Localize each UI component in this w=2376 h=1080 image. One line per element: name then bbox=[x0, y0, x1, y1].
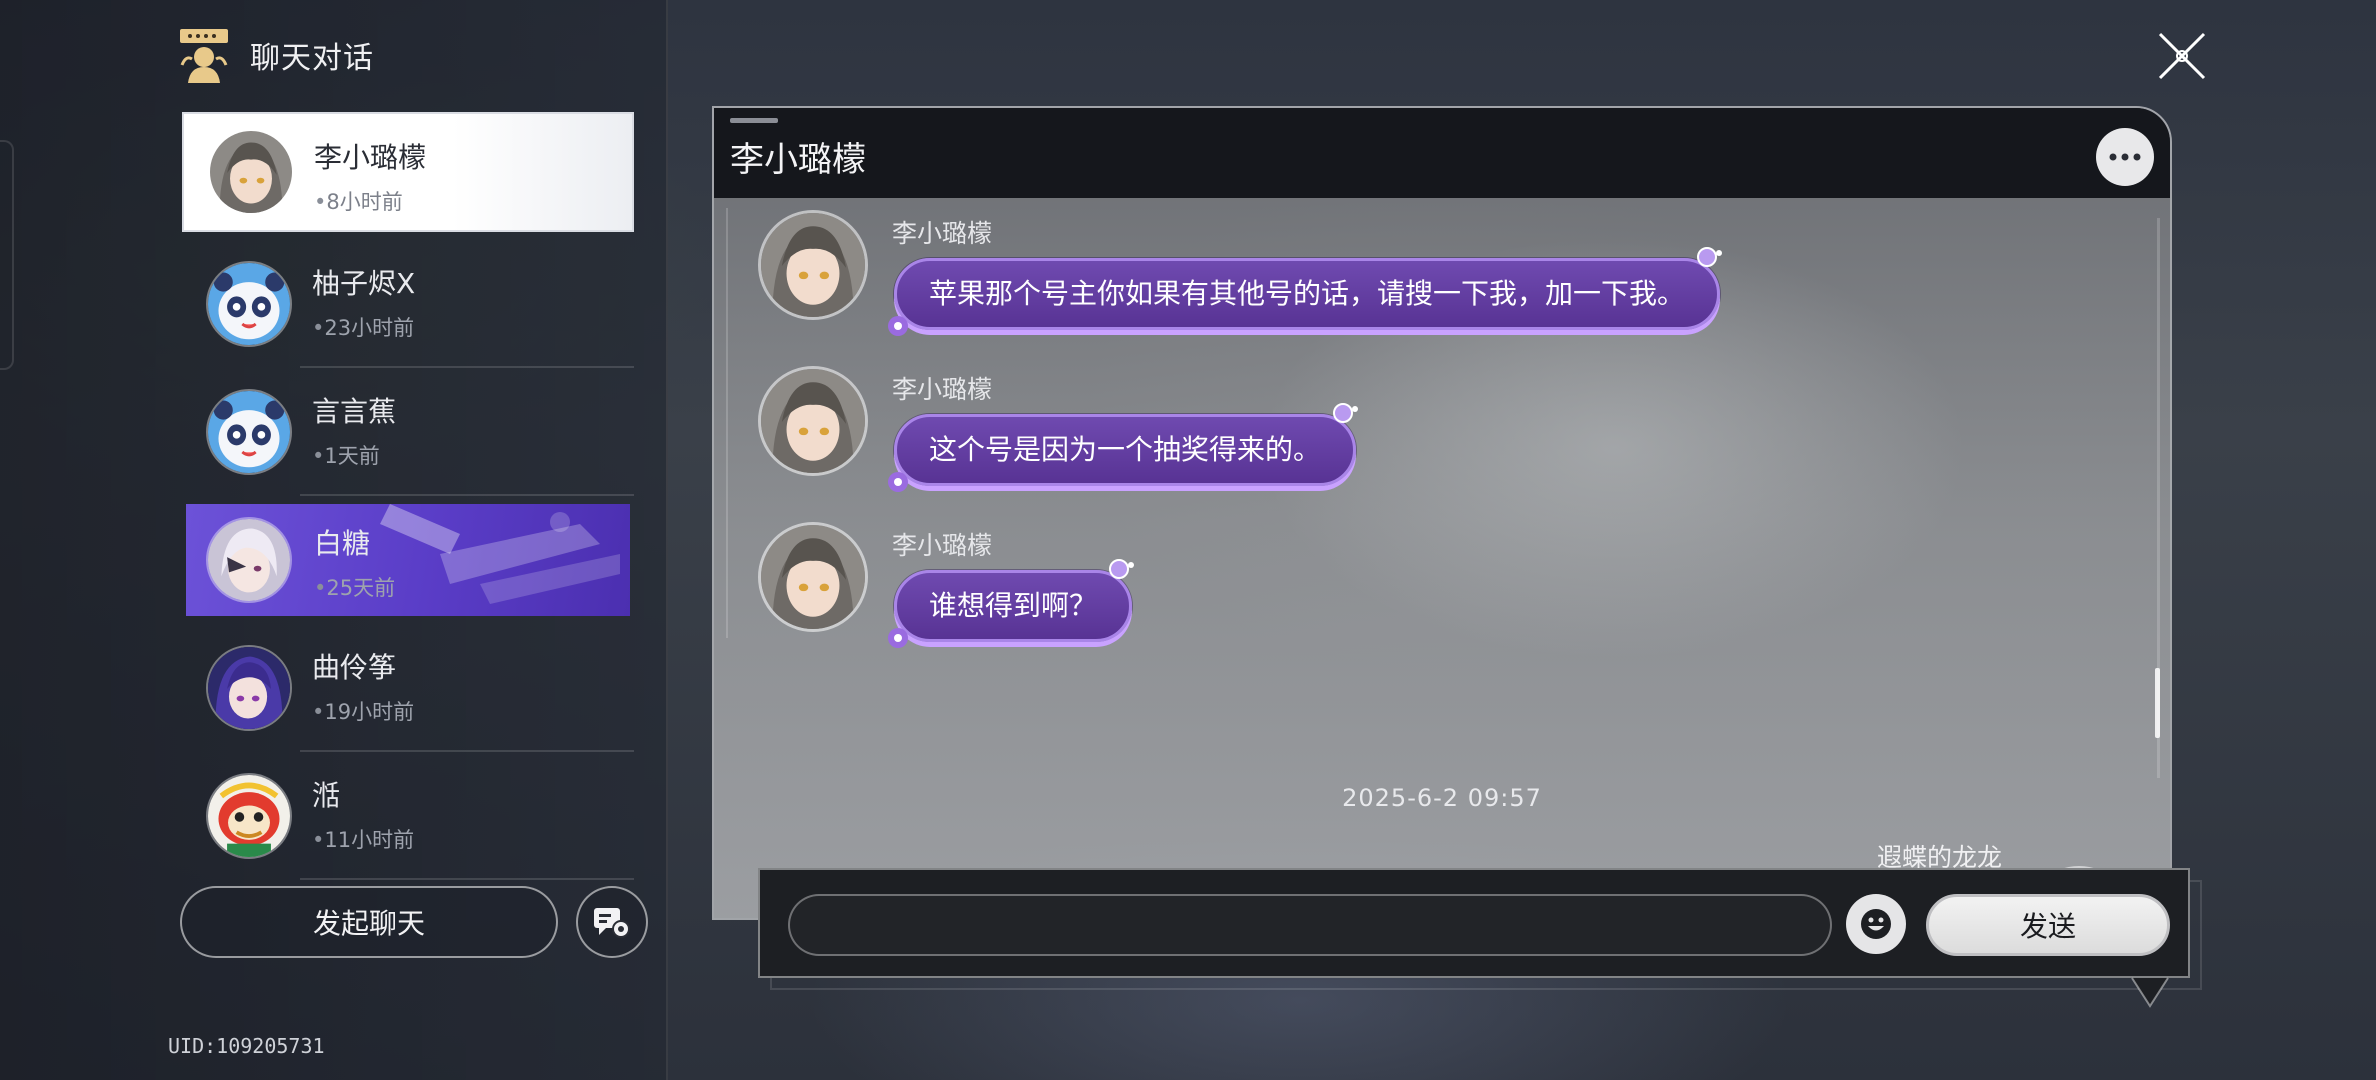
message-timestamp: 2025-6-2 09:57 bbox=[1342, 784, 1542, 812]
message-input[interactable] bbox=[788, 894, 1832, 956]
chat-title: 李小璐檬 bbox=[730, 140, 866, 180]
contact-time: 11小时前 bbox=[312, 824, 414, 854]
close-button[interactable] bbox=[2156, 30, 2208, 82]
send-button[interactable]: 发送 bbox=[1926, 894, 2170, 956]
contact-name: 湉 bbox=[312, 779, 341, 812]
avatar bbox=[206, 645, 292, 731]
contact-item-5[interactable]: 湉 11小时前 bbox=[182, 752, 634, 880]
close-icon bbox=[2158, 32, 2206, 80]
contact-time: 23小时前 bbox=[312, 312, 415, 342]
bubble-flower-icon bbox=[888, 316, 908, 336]
contact-time: 8小时前 bbox=[314, 186, 426, 216]
contact-name: 李小璐檬 bbox=[314, 141, 427, 174]
avatar bbox=[206, 773, 292, 859]
contact-time: 1天前 bbox=[312, 440, 396, 470]
message-bubble[interactable]: 这个号是因为一个抽奖得来的。 bbox=[888, 403, 1359, 492]
contact-item-4[interactable]: 曲伶筝 19小时前 bbox=[182, 624, 634, 752]
message-text: 谁想得到啊？ bbox=[929, 589, 1098, 622]
bubble-star-icon bbox=[1697, 247, 1723, 267]
sender-avatar[interactable] bbox=[758, 366, 868, 476]
more-options-button[interactable] bbox=[2096, 128, 2154, 186]
sender-avatar[interactable] bbox=[758, 522, 868, 632]
start-chat-button[interactable]: 发起聊天 bbox=[180, 886, 558, 958]
input-bar-tail bbox=[2131, 977, 2169, 1008]
contact-item-3[interactable]: 白糖 25天前 bbox=[186, 504, 630, 616]
sender-avatar[interactable] bbox=[758, 210, 868, 320]
chat-settings-button[interactable] bbox=[576, 886, 648, 958]
contact-item-0[interactable]: 李小璐檬 8小时前 bbox=[182, 112, 634, 232]
input-bar: 发送 bbox=[758, 868, 2190, 978]
sender-name: 李小璐檬 bbox=[892, 375, 993, 404]
message-bubble[interactable]: 谁想得到啊？ bbox=[888, 559, 1135, 648]
contact-name: 白糖 bbox=[314, 527, 371, 560]
bubble-flower-icon bbox=[888, 472, 908, 492]
message-bubble[interactable]: 苹果那个号主你如果有其他号的话，请搜一下我，加一下我。 bbox=[888, 247, 1723, 336]
header-tab-marker bbox=[730, 118, 778, 123]
avatar bbox=[206, 517, 292, 603]
scrollbar-thumb[interactable] bbox=[2155, 668, 2160, 738]
emoji-button[interactable] bbox=[1846, 894, 1906, 954]
message-text: 苹果那个号主你如果有其他号的话，请搜一下我，加一下我。 bbox=[929, 277, 1686, 310]
chat-window: 李小璐檬 李小璐檬 苹果那个号主你如果有其他号的话，请搜一下我，加一下我。 李小… bbox=[712, 106, 2172, 920]
contact-time: 19小时前 bbox=[312, 696, 414, 726]
avatar bbox=[206, 261, 292, 347]
chat-header: 李小璐檬 bbox=[714, 108, 2170, 198]
contact-name: 言言蕉 bbox=[312, 395, 397, 428]
emoji-icon bbox=[1861, 909, 1891, 939]
chat-character-icon bbox=[180, 29, 228, 83]
message-text: 这个号是因为一个抽奖得来的。 bbox=[929, 433, 1322, 466]
sidebar-edge-decoration bbox=[0, 140, 14, 370]
panel-header: 聊天对话 bbox=[178, 22, 374, 88]
chat-settings-icon bbox=[594, 908, 630, 938]
contact-list: 李小璐檬 8小时前 柚子烬X 23小时前 bbox=[182, 112, 634, 880]
contact-item-1[interactable]: 柚子烬X 23小时前 bbox=[182, 240, 634, 368]
avatar bbox=[208, 129, 294, 215]
contact-time: 25天前 bbox=[314, 572, 395, 602]
panel-title: 聊天对话 bbox=[250, 41, 374, 76]
chat-sidebar: 聊天对话 李小璐檬 8小时前 bbox=[0, 0, 668, 1080]
more-icon bbox=[2109, 153, 2141, 161]
bubble-star-icon bbox=[1333, 403, 1359, 423]
contact-name: 曲伶筝 bbox=[312, 651, 397, 684]
avatar bbox=[206, 389, 292, 475]
bubble-flower-icon bbox=[888, 628, 908, 648]
message-area-divider bbox=[726, 208, 728, 638]
user-id: UID:109205731 bbox=[168, 1034, 325, 1058]
sender-name: 李小璐檬 bbox=[892, 219, 993, 248]
contact-name: 柚子烬X bbox=[312, 267, 416, 300]
contact-item-2[interactable]: 言言蕉 1天前 bbox=[182, 368, 634, 496]
sender-name: 李小璐檬 bbox=[892, 531, 993, 560]
bubble-star-icon bbox=[1109, 559, 1135, 579]
message-area[interactable]: 李小璐檬 苹果那个号主你如果有其他号的话，请搜一下我，加一下我。 李小璐檬 这个… bbox=[714, 198, 2170, 918]
